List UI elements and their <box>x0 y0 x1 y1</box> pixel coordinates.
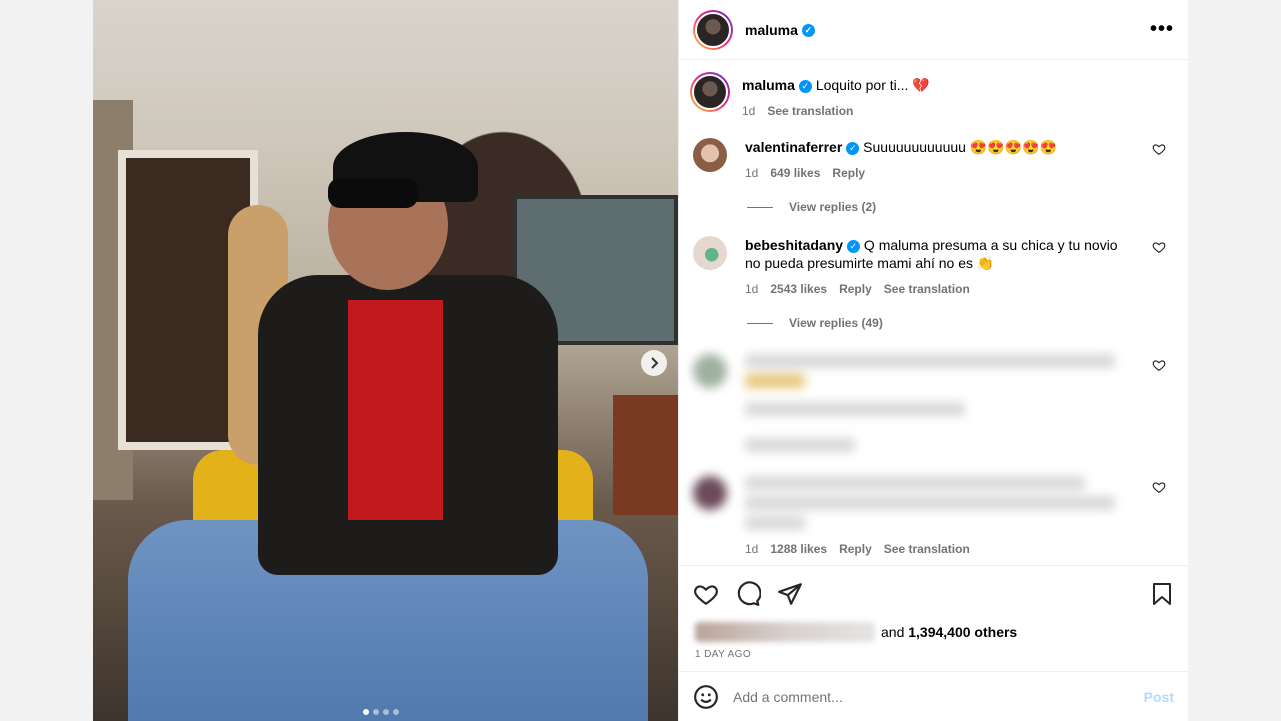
add-comment-bar: Post <box>679 671 1188 721</box>
comment-likes[interactable]: 2543 likes <box>770 280 827 298</box>
comment-username[interactable]: valentinaferrer <box>745 139 842 155</box>
verified-icon: ✓ <box>846 141 860 155</box>
post-comment-button[interactable]: Post <box>1144 689 1174 705</box>
comment-likes[interactable]: 649 likes <box>770 164 820 182</box>
comment-item: valentinaferrer ✓ Suuuuuuuuuuuu 😍😍😍😍😍 1d … <box>693 138 1174 182</box>
avatar[interactable] <box>693 236 727 270</box>
heart-icon[interactable] <box>693 581 719 607</box>
view-replies-label: View replies (2) <box>789 200 877 214</box>
liker-avatars-blurred <box>695 622 875 642</box>
comment-time[interactable]: 1d <box>745 540 758 558</box>
comment-icon[interactable] <box>735 580 761 607</box>
post-modal: maluma ✓ ••• maluma ✓ Loquito por ti... 💔 … <box>93 0 1188 721</box>
view-replies-button[interactable]: View replies (49) <box>747 316 1174 330</box>
carousel-dot[interactable] <box>373 709 379 715</box>
post-header: maluma ✓ ••• <box>679 0 1188 60</box>
comment-input[interactable] <box>733 688 1144 705</box>
avatar[interactable] <box>693 476 727 510</box>
post-date[interactable]: 1 DAY AGO <box>679 643 1188 671</box>
view-replies-label: View replies (49) <box>789 316 883 330</box>
verified-icon: ✓ <box>801 24 815 38</box>
blurred-comment-body <box>745 354 1174 452</box>
likes-count[interactable]: 1,394,400 others <box>908 624 1017 640</box>
carousel-dots <box>363 709 399 715</box>
caption-text: Loquito por ti... 💔 <box>815 77 930 93</box>
verified-icon: ✓ <box>847 239 861 253</box>
reply-button[interactable]: Reply <box>832 164 865 182</box>
see-translation-link[interactable]: See translation <box>767 102 853 120</box>
share-icon[interactable] <box>777 581 803 607</box>
blurred-comment-body <box>745 476 1134 530</box>
carousel-dot[interactable] <box>383 709 389 715</box>
heart-icon[interactable] <box>1152 240 1166 254</box>
avatar[interactable] <box>693 354 727 388</box>
comment-username[interactable]: bebeshitadany <box>745 237 843 253</box>
replies-divider <box>747 322 773 324</box>
see-translation-link[interactable]: See translation <box>884 280 970 298</box>
heart-icon[interactable] <box>1152 358 1166 372</box>
comment-item-blurred <box>693 354 1174 452</box>
carousel-dot[interactable] <box>393 709 399 715</box>
more-icon[interactable]: ••• <box>1150 18 1174 41</box>
post-username[interactable]: maluma ✓ <box>745 22 815 38</box>
avatar[interactable] <box>690 72 730 112</box>
photo-shirt <box>348 300 443 520</box>
likes-summary[interactable]: and 1,394,400 others <box>679 621 1188 643</box>
post-photo[interactable] <box>93 0 678 721</box>
caption: maluma ✓ Loquito por ti... 💔 1d See trans… <box>690 72 1174 120</box>
comment-time[interactable]: 1d <box>745 164 758 182</box>
likes-and: and <box>881 624 905 640</box>
comment-item: bebeshitadany ✓ Q maluma presuma a su chi… <box>693 236 1174 298</box>
carousel-dot[interactable] <box>363 709 369 715</box>
comments-list[interactable]: maluma ✓ Loquito por ti... 💔 1d See trans… <box>679 60 1188 565</box>
avatar[interactable] <box>693 138 727 172</box>
heart-icon[interactable] <box>1152 142 1166 156</box>
comment-time[interactable]: 1d <box>745 280 758 298</box>
photo-sofa <box>613 395 678 515</box>
caption-time[interactable]: 1d <box>742 102 755 120</box>
emoji-icon[interactable] <box>693 684 719 710</box>
photo-glasses <box>328 178 418 208</box>
caption-username[interactable]: maluma <box>742 77 795 93</box>
heart-icon[interactable] <box>1152 480 1166 494</box>
comment-item: 1d 1288 likes Reply See translation <box>693 476 1174 558</box>
comment-text: Suuuuuuuuuuuu 😍😍😍😍😍 <box>863 139 1057 155</box>
reply-button[interactable]: Reply <box>839 540 872 558</box>
see-translation-link[interactable]: See translation <box>884 540 970 558</box>
chevron-right-icon <box>651 357 659 369</box>
carousel-next-button[interactable] <box>641 350 667 376</box>
replies-divider <box>747 206 773 208</box>
view-replies-button[interactable]: View replies (2) <box>747 200 1174 214</box>
action-bar <box>679 565 1188 621</box>
comment-likes[interactable]: 1288 likes <box>770 540 827 558</box>
post-side-panel: maluma ✓ ••• maluma ✓ Loquito por ti... 💔 … <box>678 0 1188 721</box>
reply-button[interactable]: Reply <box>839 280 872 298</box>
verified-icon: ✓ <box>798 79 812 93</box>
bookmark-icon[interactable] <box>1150 581 1174 607</box>
avatar[interactable] <box>693 9 733 50</box>
